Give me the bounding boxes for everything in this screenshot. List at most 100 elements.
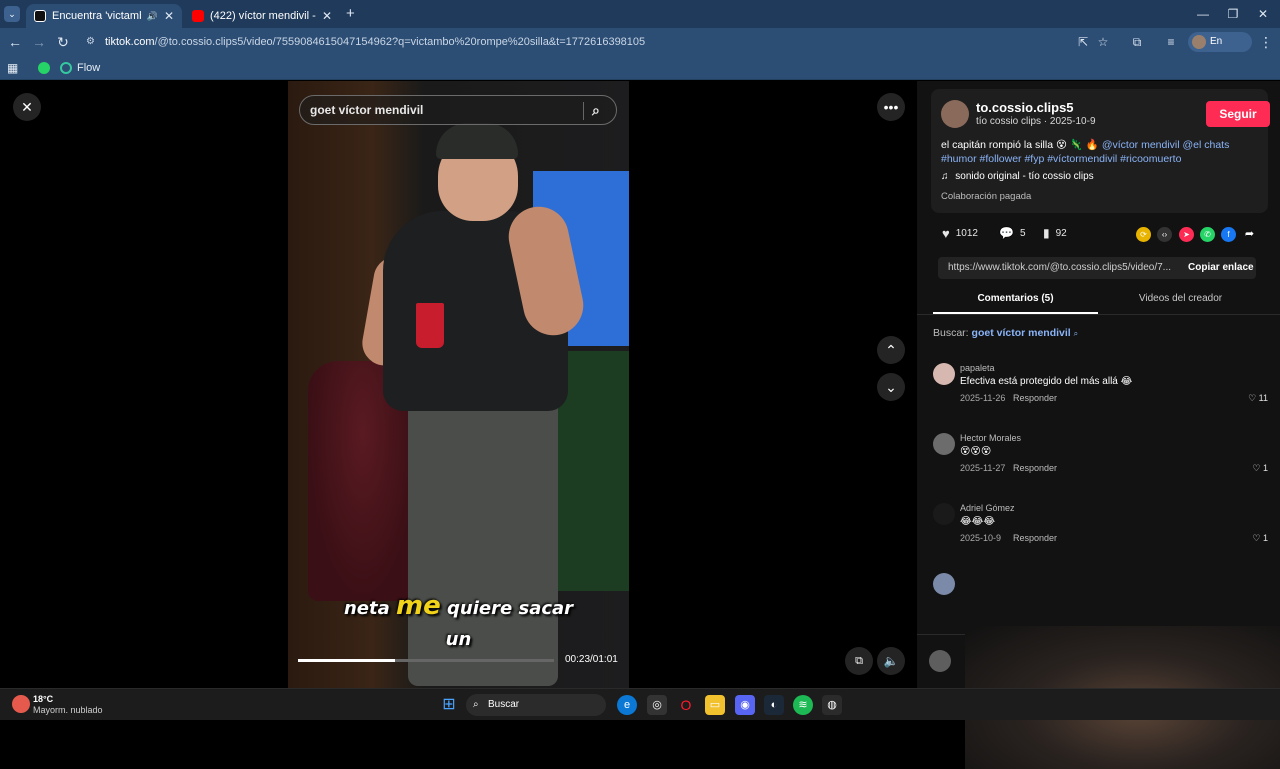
reply-button[interactable]: Responder: [1013, 533, 1057, 543]
tab-youtube[interactable]: (422) víctor mendivil - YouTube ✕: [184, 4, 340, 28]
weather-temperature[interactable]: 18°C: [33, 694, 53, 704]
forward-arrow-icon[interactable]: →: [28, 32, 50, 52]
video-progress-bar[interactable]: [298, 659, 554, 662]
commenter-name[interactable]: Adriel Gómez: [960, 503, 1015, 513]
embed-code-icon[interactable]: ‹›: [1157, 227, 1172, 242]
video-search-input[interactable]: goet víctor mendivil ⌕: [299, 95, 617, 125]
apps-grid-icon[interactable]: ▦: [7, 60, 18, 76]
more-options-icon[interactable]: •••: [877, 93, 905, 121]
comment-text: 😵😵😵: [960, 446, 992, 457]
description-hashtags[interactable]: #humor #follower #fyp #víctormendivil #r…: [941, 153, 1181, 165]
save-stat[interactable]: ▮ 92: [1043, 226, 1067, 240]
chrome-icon[interactable]: ◍: [822, 695, 842, 715]
weather-description[interactable]: Mayorm. nublado: [33, 705, 103, 715]
comments-count: 5: [1019, 227, 1026, 239]
pip-icon[interactable]: ⧉: [845, 647, 873, 675]
comment-item: Adriel Gómez 😂😂😂 2025-10-9 Responder ♡ 1: [933, 503, 1268, 563]
reply-button[interactable]: Responder: [1013, 463, 1057, 473]
tab-creator-videos[interactable]: Videos del creador: [1098, 289, 1263, 313]
opera-icon[interactable]: O: [676, 695, 696, 715]
bookmark-whatsapp[interactable]: [38, 60, 50, 76]
reload-icon[interactable]: ↻: [52, 32, 74, 52]
heart-outline-icon: ♡: [1252, 463, 1263, 473]
comment-like[interactable]: ♡ 1: [1252, 463, 1268, 474]
new-tab-button[interactable]: +: [346, 5, 355, 22]
reply-button[interactable]: Responder: [1013, 393, 1057, 403]
edge-icon[interactable]: e: [617, 695, 637, 715]
media-control-icon[interactable]: ≡: [1160, 32, 1182, 52]
profile-avatar: [1192, 35, 1206, 49]
author-avatar[interactable]: [941, 100, 969, 128]
windows-start-icon[interactable]: ⊞: [439, 695, 459, 715]
likes-count: 1012: [955, 228, 978, 239]
site-info-icon[interactable]: ⚙: [86, 31, 95, 53]
spotify-icon[interactable]: ≋: [793, 695, 813, 715]
sound-row[interactable]: ♫ sonido original - tío cossio clips: [941, 171, 1094, 182]
paid-partnership-label: Colaboración pagada: [941, 191, 1032, 202]
tiktok-favicon-icon: [34, 10, 46, 22]
windows-taskbar: 18°C Mayorm. nublado ⊞ ⌕ Buscar e ◎ O ▭ …: [0, 688, 1280, 720]
search-query-link[interactable]: goet víctor mendivil: [972, 327, 1071, 339]
facebook-share-icon[interactable]: f: [1221, 227, 1236, 242]
tab-tiktok[interactable]: Encuentra 'victambo rompe 🔊 ✕: [26, 4, 182, 28]
repost-icon[interactable]: ⟳: [1136, 227, 1151, 242]
share-arrow-icon[interactable]: ➦: [1242, 227, 1257, 242]
video-caption-line2: un: [445, 629, 472, 650]
comment-date: 2025-11-27: [960, 463, 1006, 473]
bookmarks-bar: ▦ Flow: [0, 56, 1280, 80]
like-stat[interactable]: ♥ 1012: [942, 226, 978, 241]
menu-kebab-icon[interactable]: ⋮: [1255, 32, 1277, 52]
copy-link-button[interactable]: Copiar enlace: [1188, 257, 1254, 279]
comment-like[interactable]: ♡ 11: [1248, 393, 1268, 404]
weather-icon[interactable]: [12, 695, 30, 713]
previous-video-chevron-up-icon[interactable]: ⌃: [877, 336, 905, 364]
discord-icon[interactable]: ◉: [735, 695, 755, 715]
description-mentions[interactable]: @víctor mendivil @el chats: [1102, 139, 1230, 151]
send-icon[interactable]: ➤: [1179, 227, 1194, 242]
commenter-name[interactable]: papaleta: [960, 363, 995, 373]
restore-button[interactable]: ❐: [1218, 4, 1248, 24]
follow-button[interactable]: Seguir: [1206, 101, 1270, 127]
url-bar[interactable]: ⚙ tiktok.com/@to.cossio.clips5/video/755…: [80, 31, 1120, 53]
commenter-avatar[interactable]: [933, 433, 955, 455]
share-link-text[interactable]: https://www.tiktok.com/@to.cossio.clips5…: [948, 262, 1171, 273]
comment-stat[interactable]: 💬 5: [999, 226, 1026, 240]
chatgpt-icon[interactable]: ◎: [647, 695, 667, 715]
close-tab-icon[interactable]: ✕: [322, 9, 332, 23]
bookmark-flow[interactable]: Flow: [60, 60, 100, 76]
steam-icon[interactable]: ◐: [764, 695, 784, 715]
author-handle[interactable]: to.cossio.clips5: [976, 100, 1074, 115]
back-arrow-icon[interactable]: ←: [4, 32, 26, 52]
extensions-icon[interactable]: ⧉: [1126, 32, 1148, 52]
tab-comments[interactable]: Comentarios (5): [933, 289, 1098, 313]
close-tab-icon[interactable]: ✕: [164, 9, 174, 23]
close-window-button[interactable]: ✕: [1248, 4, 1278, 24]
install-app-icon[interactable]: ⇱: [1072, 32, 1094, 52]
search-icon: ⌕: [473, 699, 479, 710]
next-video-chevron-down-icon[interactable]: ⌄: [877, 373, 905, 401]
commenter-avatar[interactable]: [933, 503, 955, 525]
commenter-name[interactable]: Hector Morales: [960, 433, 1021, 443]
volume-icon[interactable]: 🔈: [877, 647, 905, 675]
minimize-button[interactable]: —: [1188, 4, 1218, 24]
video-details-panel: to.cossio.clips5 tío cossio clips · 2025…: [917, 81, 1280, 688]
search-suggestion[interactable]: Buscar: goet víctor mendivil ⌕: [933, 327, 1078, 339]
tiktok-page: ✕ neta me quiere sacar un goet víctor me…: [0, 81, 1280, 769]
close-video-button[interactable]: ✕: [13, 93, 41, 121]
bookmark-star-icon[interactable]: ☆: [1092, 32, 1114, 52]
commenter-avatar[interactable]: [933, 573, 955, 595]
search-icon[interactable]: ⌕: [592, 96, 600, 124]
comment-like[interactable]: ♡ 1: [1252, 533, 1268, 544]
video-frame[interactable]: neta me quiere sacar un: [288, 81, 629, 688]
caption-text: quiere sacar: [447, 598, 574, 619]
profile-button[interactable]: En pausa: [1188, 32, 1252, 67]
youtube-favicon-icon: [192, 10, 204, 22]
video-person-cap: [436, 123, 518, 159]
heart-icon: ♥: [942, 226, 950, 241]
tab-search-button[interactable]: ⌄: [4, 6, 20, 22]
taskbar-search[interactable]: ⌕ Buscar: [466, 694, 606, 716]
commenter-avatar[interactable]: [933, 363, 955, 385]
taskbar-search-label: Buscar: [488, 699, 520, 710]
whatsapp-share-icon[interactable]: ✆: [1200, 227, 1215, 242]
file-explorer-icon[interactable]: ▭: [705, 695, 725, 715]
